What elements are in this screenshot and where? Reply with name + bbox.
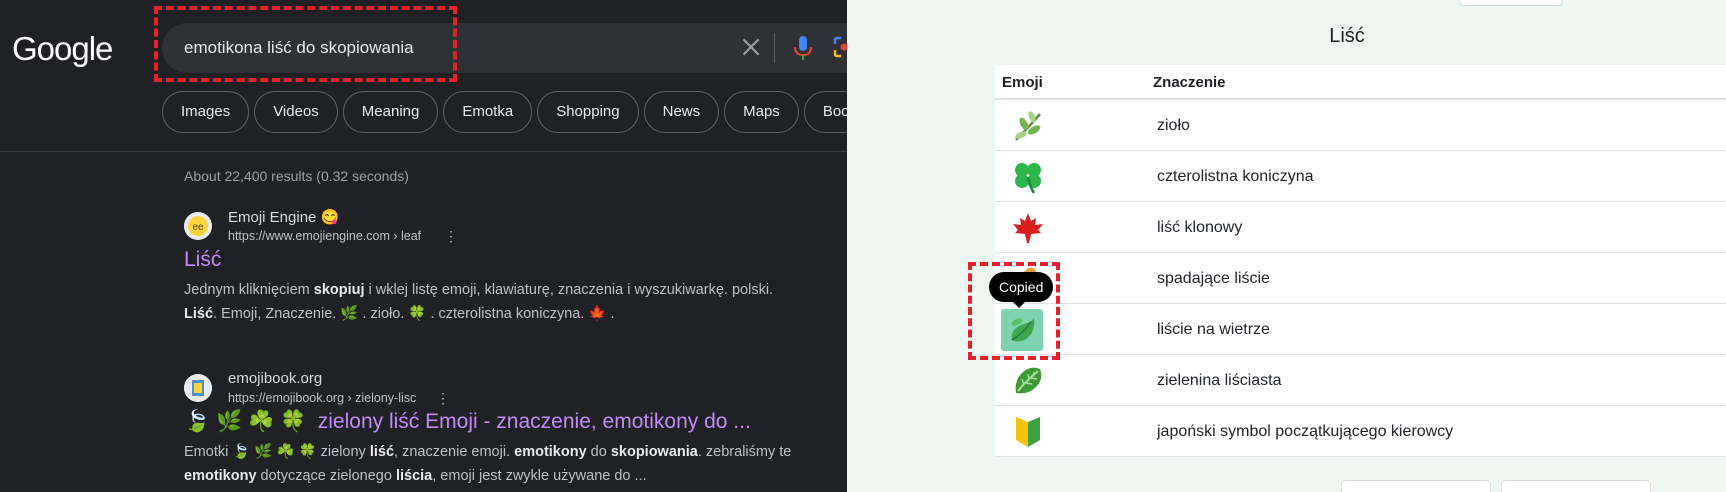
col-emoji: Emoji <box>1002 74 1043 91</box>
table-row: zielenina liściasta <box>995 355 1726 406</box>
table-row: japoński symbol początkującego kierowcy <box>995 406 1726 457</box>
header-divider <box>0 151 847 152</box>
meaning-text: czterolistna koniczyna <box>1157 168 1314 185</box>
result-url[interactable]: https://www.emojiengine.com › leaf <box>228 229 421 243</box>
result-title[interactable]: Liść <box>184 248 844 272</box>
page-title: Liść <box>1329 25 1365 47</box>
result-snippet: Emotki 🍃 🌿 ☘️ 🍀 zielony liść, znaczenie … <box>184 444 792 484</box>
table-header: Emoji Znaczenie <box>995 65 1726 100</box>
result-url[interactable]: https://emojibook.org › zielony-lisc <box>228 391 416 405</box>
japanese-beginner-symbol-icon[interactable] <box>1010 414 1046 450</box>
chip-books[interactable]: Books <box>803 91 847 133</box>
meaning-text: japoński symbol początkującego kierowcy <box>1157 423 1454 440</box>
google-results-pane: Google emotikona liść do skopiowania Ima… <box>0 0 847 492</box>
search-result: emojibook.org https://emojibook.org › zi… <box>184 370 844 488</box>
result-stats: About 22,400 results (0.32 seconds) <box>184 168 409 184</box>
meaning-text: liście na wietrze <box>1157 321 1270 338</box>
chip-maps[interactable]: Maps <box>724 91 799 133</box>
table-row: liście na wietrze <box>995 304 1726 355</box>
pagination-button[interactable] <box>1341 480 1491 492</box>
svg-text:ee: ee <box>192 222 204 233</box>
chip-news[interactable]: News <box>643 91 720 133</box>
clear-icon[interactable] <box>738 34 764 60</box>
more-options-icon[interactable]: ⋮ <box>436 390 450 406</box>
meaning-text: zielenina liściasta <box>1157 372 1282 389</box>
result-title[interactable]: 🍃 🌿 ☘️ 🍀 zielony liść Emoji - znaczenie,… <box>184 410 844 434</box>
result-title-emoji: 🍃 🌿 ☘️ 🍀 <box>184 410 307 433</box>
col-meaning: Znaczenie <box>1153 74 1226 91</box>
emoji-page-pane: Liść Emoji Znaczenie zioło czterolistna … <box>847 0 1726 492</box>
leafy-green-icon[interactable] <box>1010 363 1046 399</box>
top-button[interactable] <box>1459 0 1563 6</box>
meaning-text: zioło <box>1157 117 1190 134</box>
microphone-icon[interactable] <box>792 34 814 62</box>
chip-shopping[interactable]: Shopping <box>537 91 639 133</box>
google-logo[interactable]: Google <box>12 30 113 68</box>
google-lens-icon[interactable] <box>832 35 847 59</box>
emojibook-favicon <box>184 374 212 402</box>
herb-icon[interactable] <box>1010 108 1046 144</box>
pagination-button[interactable] <box>1501 480 1651 492</box>
emojiengine-favicon: ee <box>184 212 212 240</box>
search-separator <box>774 33 775 63</box>
table-row: zioło <box>995 100 1726 151</box>
copied-highlight-annotation <box>968 262 1060 360</box>
table-row: liść klonowy <box>995 202 1726 253</box>
filter-chips: Images Videos Meaning Emotka Shopping News Map… <box>162 91 847 135</box>
chip-images[interactable]: Images <box>162 91 250 133</box>
result-snippet: Jednym kliknięciem skopiuj i wklej listę… <box>184 282 774 322</box>
result-site-name[interactable]: emojibook.org <box>228 370 322 387</box>
table-row: czterolistna koniczyna <box>995 151 1726 202</box>
four-leaf-clover-icon[interactable] <box>1010 159 1046 195</box>
meaning-text: spadające liście <box>1157 270 1270 287</box>
search-highlight-annotation <box>154 6 457 82</box>
chip-emotka[interactable]: Emotka <box>443 91 533 133</box>
chip-videos[interactable]: Videos <box>254 91 338 133</box>
result-site-name[interactable]: Emoji Engine 😋 <box>228 208 339 226</box>
search-result: ee Emoji Engine 😋 https://www.emojiengin… <box>184 208 844 326</box>
table-row: spadające liście <box>995 253 1726 304</box>
meaning-text: liść klonowy <box>1157 219 1243 236</box>
maple-leaf-icon[interactable] <box>1010 210 1046 246</box>
more-options-icon[interactable]: ⋮ <box>444 228 458 244</box>
chip-meaning[interactable]: Meaning <box>342 91 439 133</box>
emoji-table: Emoji Znaczenie zioło czterolistna konic… <box>995 65 1726 457</box>
